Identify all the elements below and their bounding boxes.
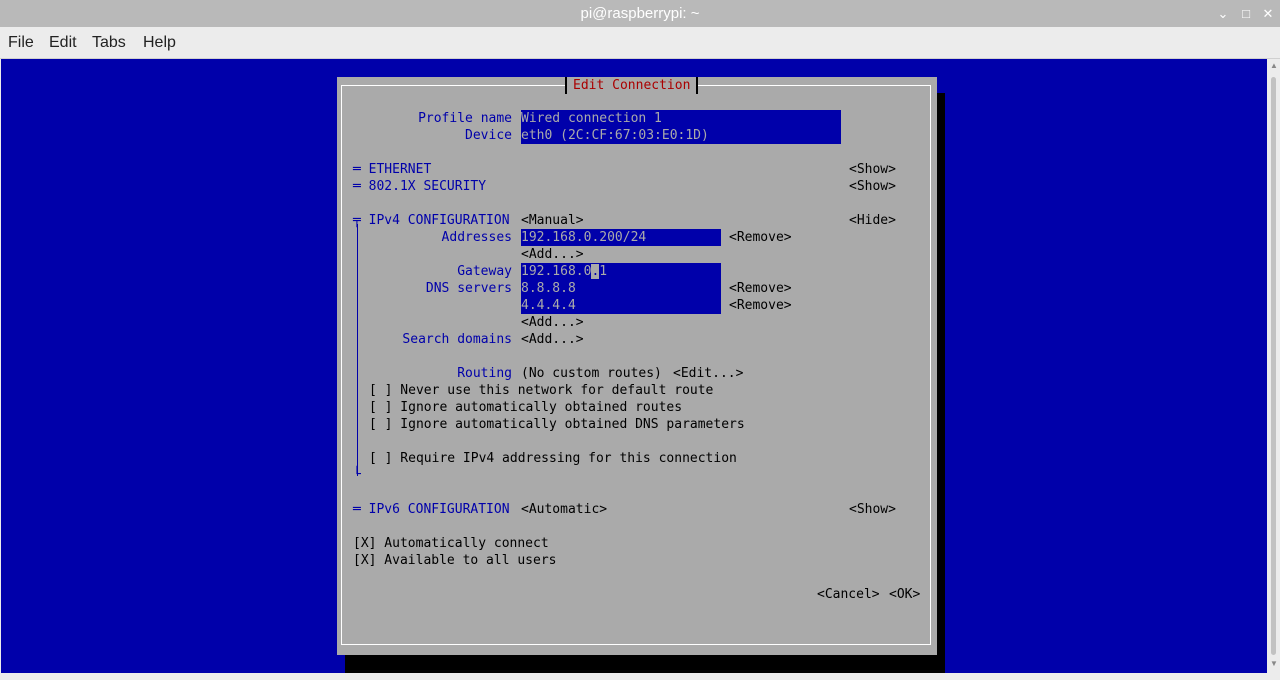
dialog-title: Edit Connection	[565, 77, 699, 94]
window-bottom-edge	[0, 673, 1280, 680]
checkbox-ignore-routes[interactable]: [ ] Ignore automatically obtained routes	[369, 399, 682, 416]
dns-add-button[interactable]: <Add...>	[521, 314, 584, 331]
checkbox-all-users[interactable]: [X] Available to all users	[353, 552, 557, 569]
ipv4-section-end: └	[353, 467, 361, 482]
search-domains-add-button[interactable]: <Add...>	[521, 331, 584, 348]
scroll-up-icon[interactable]: ▲	[1268, 61, 1280, 70]
minimize-icon[interactable]: ⌄	[1212, 0, 1234, 27]
ipv4-mode-select[interactable]: <Manual>	[521, 212, 584, 229]
scroll-down-icon[interactable]: ▼	[1268, 659, 1280, 668]
cancel-button[interactable]: <Cancel>	[817, 586, 880, 603]
search-domains-label: Search domains	[402, 332, 512, 347]
device-input[interactable]: eth0 (2C:CF:67:03:E0:1D)	[521, 127, 841, 144]
gateway-value-start: 192.168.0	[521, 264, 592, 279]
checkbox-never-default-route[interactable]: [ ] Never use this network for default r…	[369, 382, 713, 399]
dns-input-1[interactable]: 8.8.8.8	[521, 280, 721, 297]
ipv6-section: ═ IPv6 CONFIGURATION	[353, 502, 510, 517]
address-remove-button[interactable]: <Remove>	[729, 229, 792, 246]
security-section: ═ 802.1X SECURITY	[353, 179, 487, 194]
profile-name-input[interactable]: Wired connection 1	[521, 110, 841, 127]
close-icon[interactable]: ✕	[1257, 0, 1279, 27]
ipv4-hide-button[interactable]: <Hide>	[849, 212, 896, 229]
security-show-button[interactable]: <Show>	[849, 178, 896, 195]
window-title: pi@raspberrypi: ~	[580, 5, 700, 22]
ipv4-section: ╤ IPv4 CONFIGURATION	[353, 213, 510, 228]
gateway-value-end: 1	[599, 264, 608, 279]
ethernet-show-button[interactable]: <Show>	[849, 161, 896, 178]
ethernet-section: ═ ETHERNET	[353, 162, 432, 177]
gateway-input[interactable]: 192.168.0.1	[521, 263, 721, 280]
profile-name-label: Profile name	[418, 111, 512, 126]
checkbox-require-ipv4[interactable]: [ ] Require IPv4 addressing for this con…	[369, 450, 737, 467]
ipv4-section-line	[357, 224, 358, 476]
routing-edit-button[interactable]: <Edit...>	[673, 365, 743, 382]
dns-servers-label: DNS servers	[425, 281, 512, 296]
dns-input-2[interactable]: 4.4.4.4	[521, 297, 721, 314]
window-titlebar: pi@raspberrypi: ~ ⌄ □ ✕	[0, 0, 1280, 27]
menu-bar: File Edit Tabs Help	[0, 27, 1280, 59]
scrollbar-thumb[interactable]	[1271, 77, 1276, 655]
maximize-icon[interactable]: □	[1235, 0, 1257, 27]
menu-edit[interactable]: Edit	[49, 34, 77, 52]
checkbox-ignore-dns[interactable]: [ ] Ignore automatically obtained DNS pa…	[369, 416, 745, 433]
ipv6-mode-select[interactable]: <Automatic>	[521, 501, 607, 518]
dns-1-remove-button[interactable]: <Remove>	[729, 280, 792, 297]
ok-button[interactable]: <OK>	[889, 586, 920, 603]
address-input[interactable]: 192.168.0.200/24	[521, 229, 721, 246]
device-label: Device	[465, 128, 512, 143]
dns-2-remove-button[interactable]: <Remove>	[729, 297, 792, 314]
ipv6-show-button[interactable]: <Show>	[849, 501, 896, 518]
gateway-label: Gateway	[457, 264, 512, 279]
menu-help[interactable]: Help	[143, 34, 176, 52]
scrollbar[interactable]: ▲ ▼	[1268, 59, 1280, 673]
addresses-label: Addresses	[441, 230, 512, 245]
address-add-button[interactable]: <Add...>	[521, 246, 584, 263]
routing-value: (No custom routes)	[521, 366, 662, 381]
checkbox-auto-connect[interactable]: [X] Automatically connect	[353, 535, 549, 552]
menu-file[interactable]: File	[8, 34, 34, 52]
routing-label: Routing	[457, 366, 512, 381]
menu-tabs[interactable]: Tabs	[92, 34, 126, 52]
